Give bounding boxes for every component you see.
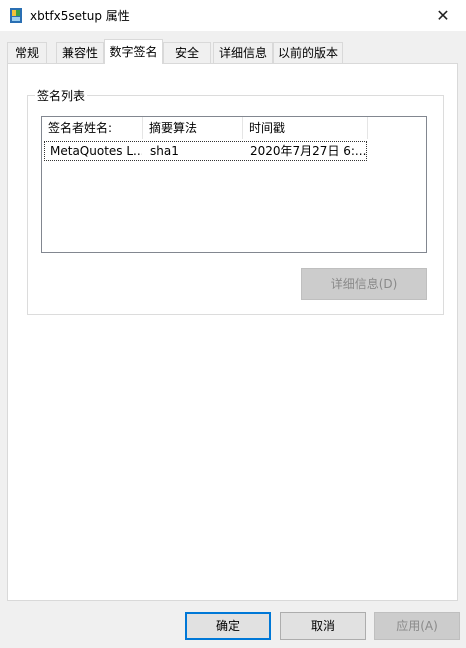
- cell-signer: MetaQuotes L...: [50, 144, 142, 158]
- tab-compatibility[interactable]: 兼容性: [56, 42, 104, 63]
- table-row[interactable]: MetaQuotes L... sha1 2020年7月27日 6:...: [44, 141, 367, 161]
- tab-digital-signatures[interactable]: 数字签名: [104, 39, 163, 64]
- cancel-button[interactable]: 取消: [280, 612, 366, 640]
- close-button[interactable]: ✕: [420, 0, 466, 31]
- details-button[interactable]: 详细信息(D): [301, 268, 427, 300]
- column-header-signer[interactable]: 签名者姓名:: [42, 117, 143, 139]
- signature-list[interactable]: 签名者姓名: 摘要算法 时间戳 MetaQuotes L... sha1 202…: [41, 116, 427, 253]
- signature-list-group: 签名列表 签名者姓名: 摘要算法 时间戳 MetaQuotes L... sha…: [27, 87, 444, 315]
- apply-button[interactable]: 应用(A): [374, 612, 460, 640]
- tab-strip: 常规 兼容性 数字签名 安全 详细信息 以前的版本: [7, 39, 459, 64]
- group-label: 签名列表: [35, 87, 88, 104]
- tab-general[interactable]: 常规: [7, 42, 47, 63]
- cell-timestamp: 2020年7月27日 6:...: [250, 144, 366, 158]
- close-icon: ✕: [436, 6, 450, 25]
- tab-details[interactable]: 详细信息: [213, 42, 273, 63]
- tab-previous-versions[interactable]: 以前的版本: [273, 42, 343, 63]
- title-bar: xbtfx5setup 属性 ✕: [0, 0, 466, 31]
- tab-security[interactable]: 安全: [163, 42, 211, 63]
- installer-icon: [10, 8, 22, 23]
- column-header-digest[interactable]: 摘要算法: [143, 117, 243, 139]
- cell-digest: sha1: [150, 144, 179, 158]
- window-title: xbtfx5setup 属性: [30, 9, 130, 23]
- column-header-timestamp[interactable]: 时间戳: [243, 117, 368, 139]
- tab-panel: 签名列表 签名者姓名: 摘要算法 时间戳 MetaQuotes L... sha…: [7, 63, 458, 601]
- ok-button[interactable]: 确定: [185, 612, 271, 640]
